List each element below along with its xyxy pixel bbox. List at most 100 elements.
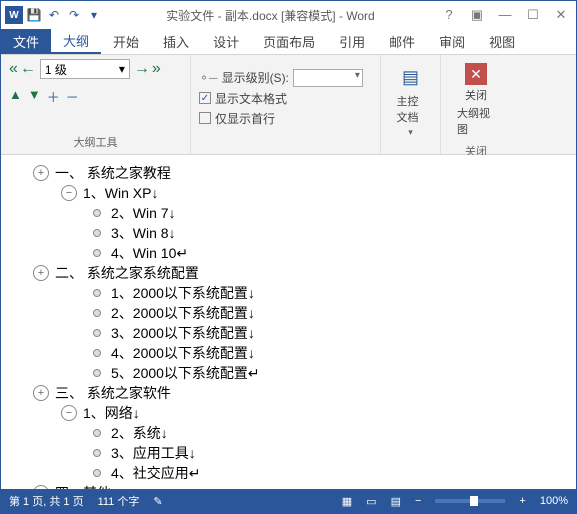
titlebar: W 💾 ↶ ↷ ▾ 实验文件 - 副本.docx [兼容模式] - Word ?… bbox=[1, 1, 576, 29]
outline-row[interactable]: 4、Win 10↵ bbox=[13, 243, 564, 263]
body-node-icon bbox=[93, 429, 101, 437]
view-read-icon[interactable]: ▭ bbox=[366, 495, 376, 508]
window-buttons: ? ▣ — ☐ ✕ bbox=[438, 7, 572, 23]
outline-row[interactable]: + 三、 系统之家软件 bbox=[13, 383, 564, 403]
tab-layout[interactable]: 页面布局 bbox=[251, 29, 327, 54]
promote-top-icon[interactable]: « bbox=[9, 60, 18, 78]
body-node-icon bbox=[93, 449, 101, 457]
proofing-icon[interactable]: ✎ bbox=[153, 495, 162, 508]
close-outline-label-1: 关闭 bbox=[465, 87, 487, 103]
outline-row[interactable]: 3、应用工具↓ bbox=[13, 443, 564, 463]
move-down-icon[interactable]: ▼ bbox=[28, 87, 41, 106]
ribbon: « ← 1 级 ▾ → » ▲ ▼ ＋ － 大纲工具 bbox=[1, 55, 576, 155]
tab-review[interactable]: 审阅 bbox=[427, 29, 477, 54]
show-level-icon: ⚬─ bbox=[199, 71, 218, 85]
outline-row[interactable]: 4、社交应用↵ bbox=[13, 463, 564, 483]
collapse-icon[interactable]: － bbox=[66, 87, 79, 106]
outline-text[interactable]: 1、网络↓ bbox=[83, 403, 140, 423]
close-outline-icon: ✕ bbox=[465, 63, 487, 85]
tab-home[interactable]: 开始 bbox=[101, 29, 151, 54]
outline-text[interactable]: 1、2000以下系统配置↓ bbox=[111, 283, 255, 303]
outline-row[interactable]: 1、2000以下系统配置↓ bbox=[13, 283, 564, 303]
outline-text[interactable]: 4、社交应用↵ bbox=[111, 463, 201, 483]
outline-row[interactable]: 2、2000以下系统配置↓ bbox=[13, 303, 564, 323]
show-level-label: 显示级别(S): bbox=[222, 69, 289, 86]
zoom-out-icon[interactable]: − bbox=[415, 495, 421, 507]
close-outline-button[interactable]: ✕ 关闭 大纲视图 bbox=[449, 59, 503, 141]
outline-level-select[interactable]: 1 级 ▾ bbox=[40, 59, 130, 79]
tab-design[interactable]: 设计 bbox=[201, 29, 251, 54]
outline-text[interactable]: 4、Win 10↵ bbox=[111, 243, 188, 263]
view-print-icon[interactable]: ▦ bbox=[342, 495, 352, 508]
tab-mail[interactable]: 邮件 bbox=[377, 29, 427, 54]
outline-row[interactable]: + 一、 系统之家教程 bbox=[13, 163, 564, 183]
outline-text[interactable]: 5、2000以下系统配置↵ bbox=[111, 363, 260, 383]
outline-row[interactable]: −1、Win XP↓ bbox=[13, 183, 564, 203]
demote-body-icon[interactable]: » bbox=[152, 60, 161, 78]
tab-view[interactable]: 视图 bbox=[477, 29, 527, 54]
tab-file[interactable]: 文件 bbox=[1, 29, 51, 54]
move-up-icon[interactable]: ▲ bbox=[9, 87, 22, 106]
outline-tools-label: 大纲工具 bbox=[9, 132, 182, 150]
tab-references[interactable]: 引用 bbox=[327, 29, 377, 54]
outline-row[interactable]: 3、2000以下系统配置↓ bbox=[13, 323, 564, 343]
body-node-icon bbox=[93, 309, 101, 317]
redo-icon[interactable]: ↷ bbox=[65, 6, 83, 24]
outline-text[interactable]: 2、Win 7↓ bbox=[111, 203, 176, 223]
expand-icon[interactable]: ＋ bbox=[47, 87, 60, 106]
close-icon[interactable]: ✕ bbox=[550, 7, 572, 23]
show-first-line-checkbox[interactable] bbox=[199, 112, 211, 124]
qat-dropdown-icon[interactable]: ▾ bbox=[85, 6, 103, 24]
outline-text[interactable]: 1、Win XP↓ bbox=[83, 183, 158, 203]
outline-text[interactable]: 3、2000以下系统配置↓ bbox=[111, 323, 255, 343]
outline-text[interactable]: 3、Win 8↓ bbox=[111, 223, 176, 243]
outline-text[interactable]: 二、 系统之家系统配置 bbox=[55, 263, 199, 283]
outline-text[interactable]: 三、 系统之家软件 bbox=[55, 383, 171, 403]
outline-row[interactable]: 3、Win 8↓ bbox=[13, 223, 564, 243]
show-text-formatting-checkbox[interactable]: ✓ bbox=[199, 92, 211, 104]
tab-insert[interactable]: 插入 bbox=[151, 29, 201, 54]
maximize-icon[interactable]: ☐ bbox=[522, 7, 544, 23]
ribbon-display-icon[interactable]: ▣ bbox=[466, 7, 488, 23]
expand-node-icon[interactable]: + bbox=[33, 165, 49, 181]
page-status[interactable]: 第 1 页, 共 1 页 bbox=[9, 493, 84, 509]
outline-text[interactable]: 一、 系统之家教程 bbox=[55, 163, 171, 183]
zoom-slider[interactable] bbox=[435, 499, 505, 503]
help-icon[interactable]: ? bbox=[438, 7, 460, 23]
promote-icon[interactable]: ← bbox=[20, 60, 36, 78]
word-count[interactable]: 111 个字 bbox=[98, 493, 140, 509]
zoom-value[interactable]: 100% bbox=[540, 495, 568, 507]
outline-row[interactable]: 5、2000以下系统配置↵ bbox=[13, 363, 564, 383]
outline-text[interactable]: 2、2000以下系统配置↓ bbox=[111, 303, 255, 323]
outline-row[interactable]: + 二、 系统之家系统配置 bbox=[13, 263, 564, 283]
outline-row[interactable]: 4、2000以下系统配置↓ bbox=[13, 343, 564, 363]
zoom-in-icon[interactable]: + bbox=[519, 495, 525, 507]
expand-node-icon[interactable]: + bbox=[33, 385, 49, 401]
outline-text[interactable]: 2、系统↓ bbox=[111, 423, 168, 443]
save-icon[interactable]: 💾 bbox=[25, 6, 43, 24]
demote-icon[interactable]: → bbox=[134, 60, 150, 78]
view-web-icon[interactable]: ▤ bbox=[391, 495, 401, 508]
statusbar: 第 1 页, 共 1 页 111 个字 ✎ ▦ ▭ ▤ − + 100% bbox=[1, 489, 576, 513]
outline-row[interactable]: 2、Win 7↓ bbox=[13, 203, 564, 223]
window-title: 实验文件 - 副本.docx [兼容模式] - Word bbox=[103, 7, 438, 24]
body-node-icon bbox=[93, 289, 101, 297]
word-icon: W bbox=[5, 6, 23, 24]
undo-icon[interactable]: ↶ bbox=[45, 6, 63, 24]
outline-row[interactable]: −1、网络↓ bbox=[13, 403, 564, 423]
outline-text[interactable]: 4、2000以下系统配置↓ bbox=[111, 343, 255, 363]
body-node-icon bbox=[93, 469, 101, 477]
master-document-button[interactable]: ▤ 主控文档 ▾ bbox=[389, 59, 433, 142]
tab-outline[interactable]: 大纲 bbox=[51, 29, 101, 54]
document-area[interactable]: +一、 系统之家教程−1、Win XP↓2、Win 7↓3、Win 8↓4、Wi… bbox=[1, 155, 576, 489]
master-document-label: 主控文档 bbox=[397, 93, 425, 125]
body-node-icon bbox=[93, 349, 101, 357]
collapse-node-icon[interactable]: − bbox=[61, 185, 77, 201]
minimize-icon[interactable]: — bbox=[494, 7, 516, 23]
collapse-node-icon[interactable]: − bbox=[61, 405, 77, 421]
body-node-icon bbox=[93, 229, 101, 237]
outline-text[interactable]: 3、应用工具↓ bbox=[111, 443, 196, 463]
outline-row[interactable]: 2、系统↓ bbox=[13, 423, 564, 443]
expand-node-icon[interactable]: + bbox=[33, 265, 49, 281]
show-level-select[interactable]: ▾ bbox=[293, 69, 363, 87]
